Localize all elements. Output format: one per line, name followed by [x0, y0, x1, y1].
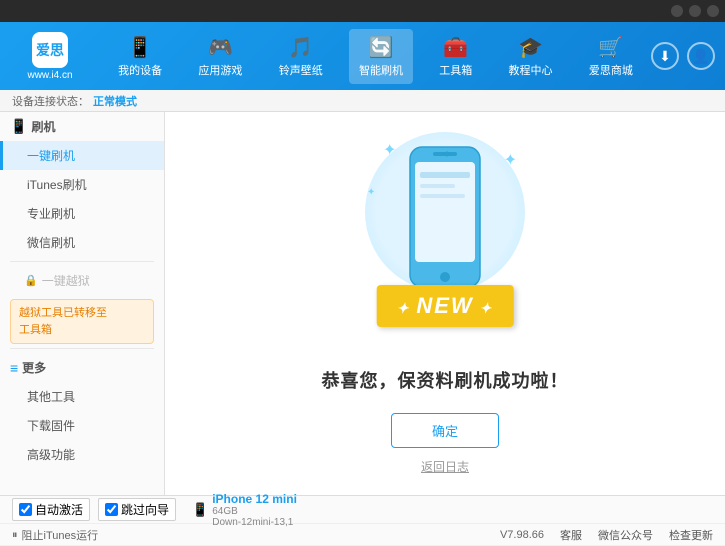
- itunes-status-icon: ⏸: [12, 529, 18, 542]
- itunes-flash-label: iTunes刷机: [27, 178, 87, 192]
- itunes-status-label: 阻止iTunes运行: [22, 527, 99, 543]
- new-badge: NEW: [377, 285, 514, 327]
- content-area: ✦ ✦ ✦ NEW 恭喜您: [165, 112, 725, 495]
- sidebar-item-one-key-flash[interactable]: 一键刷机: [0, 141, 164, 170]
- sidebar-jailbreak-note: 越狱工具已转移至工具箱: [10, 299, 154, 344]
- more-section-icon: ≡: [10, 360, 18, 376]
- nav-ringtones[interactable]: 🎵 铃声壁纸: [269, 29, 333, 84]
- more-section-label: 更多: [22, 359, 46, 376]
- nav-toolbox-icon: 🧰: [443, 35, 468, 60]
- status-value: 正常模式: [93, 93, 137, 109]
- download-button[interactable]: ⬇: [651, 42, 679, 70]
- phone-svg: [405, 142, 485, 292]
- other-tools-label: 其他工具: [27, 390, 75, 404]
- sidebar-item-itunes-flash[interactable]: iTunes刷机: [0, 170, 164, 199]
- skip-wizard-label: 跳过向导: [121, 501, 169, 518]
- logo[interactable]: 爱思 www.i4.cn: [10, 32, 90, 81]
- device-icon: 📱: [192, 502, 208, 518]
- auto-start-input[interactable]: [19, 503, 32, 516]
- nav-mall[interactable]: 🛒 爱思商城: [579, 29, 643, 84]
- nav-apps-icon: 🎮: [208, 35, 233, 60]
- nav-toolbox-label: 工具箱: [439, 62, 472, 78]
- status-label: 设备连接状态：: [12, 93, 89, 109]
- bottom-right: V7.98.66 客服 微信公众号 检查更新: [500, 527, 713, 543]
- nav-bar: 📱 我的设备 🎮 应用游戏 🎵 铃声壁纸 🔄 智能刷机 🧰 工具箱 🎓 教程中心…: [100, 29, 651, 84]
- bottom-row2: ⏸ 阻止iTunes运行 V7.98.66 客服 微信公众号 检查更新: [0, 524, 725, 546]
- logo-icon: 爱思: [32, 32, 68, 68]
- auto-start-label: 自动激活: [35, 501, 83, 518]
- maximize-button[interactable]: [689, 5, 701, 17]
- flash-section-icon: 📱: [10, 118, 27, 135]
- logo-url: www.i4.cn: [27, 70, 72, 81]
- main-layout: 📱 刷机 一键刷机 iTunes刷机 专业刷机 微信刷机 🔒 一键越狱 越狱工具…: [0, 112, 725, 495]
- bottom-row1: 自动激活 跳过向导 📱 iPhone 12 mini 64GB Down-12m…: [0, 496, 725, 524]
- nav-ringtones-icon: 🎵: [288, 35, 313, 60]
- device-details: iPhone 12 mini 64GB Down-12mini-13,1: [212, 492, 297, 528]
- one-key-flash-label: 一键刷机: [27, 149, 75, 163]
- minimize-button[interactable]: [671, 5, 683, 17]
- lock-icon: 🔒: [24, 274, 38, 287]
- customer-service-link[interactable]: 客服: [560, 527, 582, 543]
- wechat-flash-label: 微信刷机: [27, 236, 75, 250]
- sidebar-section-flash: 📱 刷机: [0, 112, 164, 141]
- sidebar-item-pro-flash[interactable]: 专业刷机: [0, 199, 164, 228]
- nav-my-device-icon: 📱: [128, 35, 153, 60]
- device-info: 📱 iPhone 12 mini 64GB Down-12mini-13,1: [192, 492, 297, 528]
- wechat-public-link[interactable]: 微信公众号: [598, 527, 653, 543]
- auto-start-checkbox[interactable]: 自动激活: [12, 498, 90, 521]
- success-message: 恭喜您，保资料刷机成功啦！: [322, 367, 569, 393]
- version-label: V7.98.66: [500, 529, 544, 541]
- bottom-section: 自动激活 跳过向导 📱 iPhone 12 mini 64GB Down-12m…: [0, 495, 725, 545]
- header-right-buttons: ⬇ 👤: [651, 42, 715, 70]
- confirm-button[interactable]: 确定: [391, 413, 499, 448]
- sidebar-item-download-firmware[interactable]: 下载固件: [0, 411, 164, 440]
- sidebar-item-wechat-flash[interactable]: 微信刷机: [0, 228, 164, 257]
- nav-tutorial-label: 教程中心: [509, 62, 553, 78]
- sidebar-divider-1: [10, 261, 154, 262]
- device-name: iPhone 12 mini: [212, 492, 297, 506]
- nav-my-device-label: 我的设备: [118, 62, 162, 78]
- sidebar-section-jailbreak: 🔒 一键越狱: [0, 266, 164, 295]
- sidebar-section-more: ≡ 更多: [0, 353, 164, 382]
- nav-tutorial[interactable]: 🎓 教程中心: [499, 29, 563, 84]
- jailbreak-label: 一键越狱: [42, 272, 90, 289]
- itunes-status: ⏸ 阻止iTunes运行: [12, 527, 98, 543]
- nav-toolbox[interactable]: 🧰 工具箱: [429, 29, 482, 84]
- nav-tutorial-icon: 🎓: [518, 35, 543, 60]
- nav-apps-games[interactable]: 🎮 应用游戏: [188, 29, 252, 84]
- device-storage: 64GB: [212, 506, 297, 517]
- sparkle-2: ✦: [504, 150, 517, 170]
- nav-smart-flash-icon: 🔄: [369, 35, 394, 60]
- user-button[interactable]: 👤: [687, 42, 715, 70]
- pro-flash-label: 专业刷机: [27, 207, 75, 221]
- nav-smart-flash[interactable]: 🔄 智能刷机: [349, 29, 413, 84]
- advanced-label: 高级功能: [27, 448, 75, 462]
- close-button[interactable]: [707, 5, 719, 17]
- sidebar-divider-2: [10, 348, 154, 349]
- nav-mall-label: 爱思商城: [589, 62, 633, 78]
- nav-mall-icon: 🛒: [598, 35, 623, 60]
- nav-my-device[interactable]: 📱 我的设备: [108, 29, 172, 84]
- skip-wizard-checkbox[interactable]: 跳过向导: [98, 498, 176, 521]
- sparkle-3: ✦: [367, 187, 375, 198]
- nav-smart-flash-label: 智能刷机: [359, 62, 403, 78]
- flash-section-label: 刷机: [31, 118, 55, 135]
- sidebar-item-other-tools[interactable]: 其他工具: [0, 382, 164, 411]
- check-update-link[interactable]: 检查更新: [669, 527, 713, 543]
- sparkle-1: ✦: [383, 140, 396, 160]
- title-bar: [0, 0, 725, 22]
- header: 爱思 www.i4.cn 📱 我的设备 🎮 应用游戏 🎵 铃声壁纸 🔄 智能刷机…: [0, 22, 725, 90]
- nav-apps-label: 应用游戏: [198, 62, 242, 78]
- status-bar: 设备连接状态： 正常模式: [0, 90, 725, 112]
- nav-ringtones-label: 铃声壁纸: [279, 62, 323, 78]
- sidebar-item-advanced[interactable]: 高级功能: [0, 440, 164, 469]
- skip-wizard-input[interactable]: [105, 503, 118, 516]
- phone-illustration: ✦ ✦ ✦ NEW: [345, 132, 545, 347]
- back-link[interactable]: 返回日志: [421, 458, 469, 475]
- sidebar: 📱 刷机 一键刷机 iTunes刷机 专业刷机 微信刷机 🔒 一键越狱 越狱工具…: [0, 112, 165, 495]
- download-firmware-label: 下载固件: [27, 419, 75, 433]
